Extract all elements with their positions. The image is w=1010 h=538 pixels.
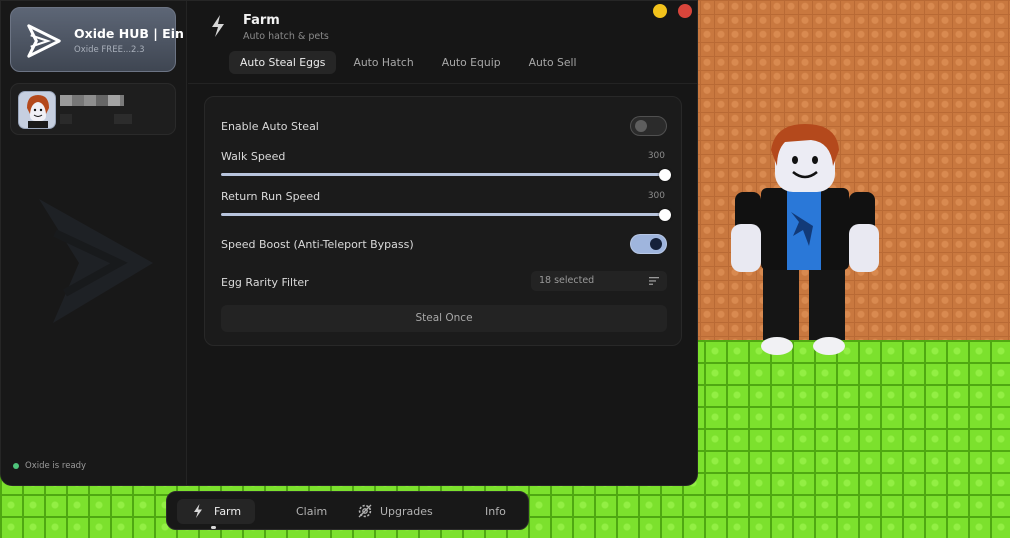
- nav-info[interactable]: Info: [475, 499, 519, 524]
- page-subtitle: Auto hatch & pets: [243, 31, 329, 42]
- egg-rarity-filter-label: Egg Rarity Filter: [221, 276, 309, 289]
- tab-auto-equip[interactable]: Auto Equip: [431, 51, 512, 74]
- bolt-icon: [212, 15, 224, 37]
- nav-farm-label: Farm: [214, 505, 242, 518]
- oxide-logo-icon: [27, 24, 61, 58]
- auto-steal-settings-panel: Enable Auto Steal Walk Speed 300 Return …: [204, 96, 682, 346]
- brand-version: Oxide FREE...2.3: [74, 45, 145, 55]
- avatar-character: [731, 124, 879, 355]
- egg-rarity-selected-count: 18 selected: [539, 275, 595, 286]
- active-nav-indicator: [211, 526, 216, 529]
- user-profile-card[interactable]: [10, 83, 176, 135]
- brand-card[interactable]: Oxide HUB | Ein Oxide FREE...2.3: [10, 7, 184, 72]
- nav-claim-label: Claim: [296, 505, 328, 518]
- avatar: [18, 91, 56, 129]
- walk-speed-slider-handle[interactable]: [659, 168, 671, 181]
- steal-once-button[interactable]: Steal Once: [221, 305, 667, 332]
- toggle-knob: [650, 238, 662, 250]
- enable-auto-steal-label: Enable Auto Steal: [221, 120, 319, 133]
- speed-boost-label: Speed Boost (Anti-Teleport Bypass): [221, 238, 414, 251]
- nav-info-label: Info: [485, 505, 506, 518]
- bottom-nav-bar: Farm Claim Upgrades Info: [166, 491, 529, 530]
- tab-auto-hatch[interactable]: Auto Hatch: [342, 51, 424, 74]
- toggle-knob: [635, 120, 647, 132]
- page-title: Farm: [243, 13, 280, 28]
- tab-auto-sell[interactable]: Auto Sell: [518, 51, 588, 74]
- enable-auto-steal-toggle[interactable]: [630, 116, 667, 136]
- status-text: Oxide is ready: [25, 461, 87, 471]
- filter-icon: [649, 277, 659, 285]
- return-run-speed-value: 300: [647, 191, 665, 201]
- oxide-watermark-icon: [39, 199, 153, 323]
- user-avatar-icon: [27, 95, 49, 128]
- return-run-speed-label: Return Run Speed: [221, 190, 321, 203]
- tab-bar: Auto Steal Eggs Auto Hatch Auto Equip Au…: [229, 51, 588, 74]
- return-run-speed-slider[interactable]: [221, 208, 671, 221]
- main-content: Farm Auto hatch & pets Auto Steal Eggs A…: [188, 1, 697, 485]
- gear-icon: [358, 504, 372, 518]
- sidebar: Oxide HUB | Ein Oxide FREE...2.3 Oxide i…: [1, 1, 187, 485]
- egg-rarity-filter-dropdown[interactable]: 18 selected: [531, 271, 667, 291]
- speed-boost-toggle[interactable]: [630, 234, 667, 254]
- oxide-hub-window: Oxide HUB | Ein Oxide FREE...2.3 Oxide i…: [0, 0, 698, 486]
- walk-speed-label: Walk Speed: [221, 150, 286, 163]
- tab-divider: [188, 83, 697, 84]
- close-button[interactable]: [678, 4, 692, 18]
- walk-speed-slider[interactable]: [221, 168, 671, 181]
- status-indicator: Oxide is ready: [13, 461, 86, 471]
- walk-speed-value: 300: [647, 151, 665, 161]
- bolt-icon: [194, 504, 202, 518]
- return-run-speed-slider-handle[interactable]: [659, 208, 671, 221]
- brand-title: Oxide HUB | Ein: [74, 26, 184, 41]
- nav-farm[interactable]: Farm: [177, 499, 255, 524]
- nav-upgrades[interactable]: Upgrades: [351, 499, 441, 524]
- nav-claim[interactable]: Claim: [287, 499, 337, 524]
- minimize-button[interactable]: [653, 4, 667, 18]
- nav-upgrades-label: Upgrades: [380, 505, 433, 518]
- tab-auto-steal-eggs[interactable]: Auto Steal Eggs: [229, 51, 337, 74]
- status-dot: [13, 463, 19, 469]
